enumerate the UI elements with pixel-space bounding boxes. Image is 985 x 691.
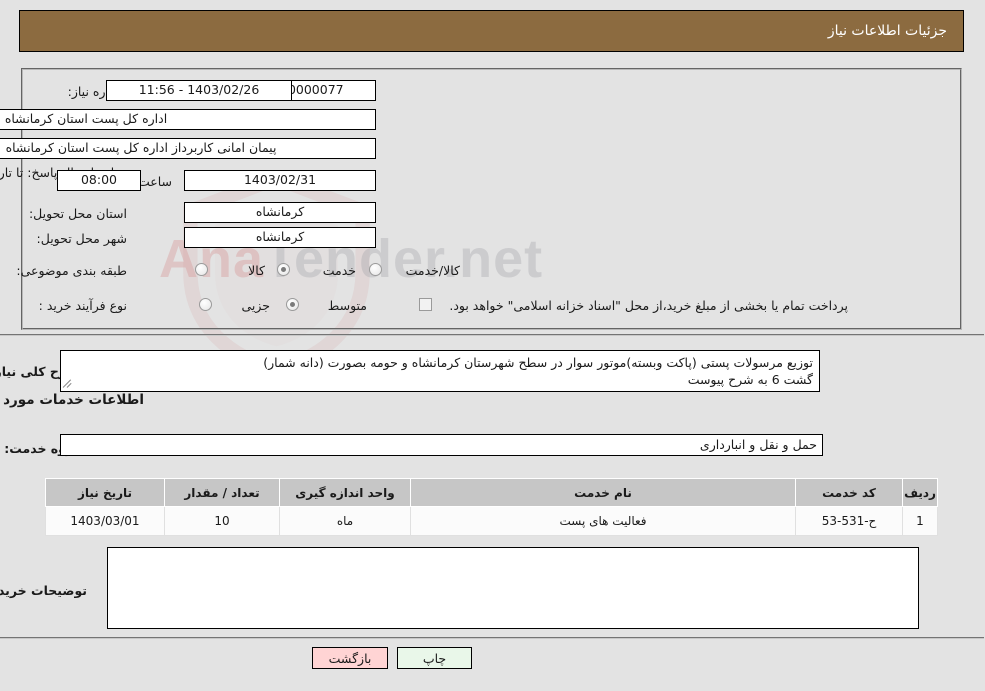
table-header-service-name: نام خدمت bbox=[411, 478, 797, 507]
radio-purchase-motevaset[interactable] bbox=[287, 298, 300, 311]
cell-radif: 1 bbox=[903, 506, 939, 536]
service-group-value: حمل و نقل و انبارداری bbox=[61, 434, 824, 456]
services-section-heading: اطلاعات خدمات مورد نیاز bbox=[0, 392, 145, 408]
deadline-hour-label: ساعت bbox=[138, 174, 173, 189]
radio-category-kala-khedmat[interactable] bbox=[370, 263, 383, 276]
table-header-radif: ردیف bbox=[903, 478, 939, 507]
table-header-service-code: کد خدمت bbox=[796, 478, 904, 507]
radio-label-category-2: کالا/خدمت bbox=[406, 263, 461, 278]
buyer-notes-label: توضیحات خریدار: bbox=[0, 583, 88, 598]
cell-service-code: ح-531-53 bbox=[796, 506, 904, 536]
radio-purchase-jozii[interactable] bbox=[200, 298, 213, 311]
page-title-bar: جزئیات اطلاعات نیاز bbox=[20, 10, 965, 52]
delivery-city-label: شهر محل تحویل: bbox=[37, 231, 128, 246]
buyer-org-value: اداره کل پست استان کرمانشاه bbox=[0, 109, 377, 130]
table-header-row: ردیف کد خدمت نام خدمت واحد اندازه گیری ت… bbox=[46, 478, 939, 507]
services-table: ردیف کد خدمت نام خدمت واحد اندازه گیری ت… bbox=[46, 478, 939, 536]
page-title: جزئیات اطلاعات نیاز bbox=[828, 23, 948, 39]
cell-unit: ماه bbox=[280, 506, 412, 536]
need-description-line-2: گشت 6 به شرح پیوست bbox=[688, 372, 814, 387]
islamic-treasury-label: پرداخت تمام یا بخشی از مبلغ خرید،از محل … bbox=[450, 298, 849, 313]
section-divider-2 bbox=[0, 637, 985, 639]
checkbox-islamic-treasury[interactable] bbox=[420, 298, 433, 311]
request-creator-value: پیمان امانی کاربرداز اداره کل پست استان … bbox=[0, 138, 377, 159]
delivery-province-value: کرمانشاه bbox=[185, 202, 377, 223]
radio-label-category-1: خدمت bbox=[323, 263, 357, 278]
need-info-panel bbox=[22, 68, 963, 330]
need-description-textarea[interactable]: توزیع مرسولات پستی (پاکت وبسته)موتور سوا… bbox=[61, 350, 821, 392]
table-header-quantity: تعداد / مقدار bbox=[165, 478, 281, 507]
cell-service-name: فعالیت های پست bbox=[411, 506, 797, 536]
cell-quantity: 10 bbox=[165, 506, 281, 536]
deadline-date-value: 1403/02/31 bbox=[185, 170, 377, 191]
subject-category-label: طبقه بندی موضوعی: bbox=[17, 263, 128, 278]
radio-label-category-0: کالا bbox=[249, 263, 266, 278]
radio-label-purchase-0: جزیی bbox=[242, 298, 271, 313]
delivery-city-value: کرمانشاه bbox=[185, 227, 377, 248]
section-divider-1 bbox=[0, 334, 985, 336]
announce-datetime-value: 1403/02/26 - 11:56 bbox=[107, 80, 293, 101]
table-header-need-date: تاریخ نیاز bbox=[46, 478, 166, 507]
table-row: 1 ح-531-53 فعالیت های پست ماه 10 1403/03… bbox=[46, 506, 939, 536]
delivery-province-label: استان محل تحویل: bbox=[29, 206, 128, 221]
cell-need-date: 1403/03/01 bbox=[46, 506, 166, 536]
radio-label-purchase-1: متوسط bbox=[328, 298, 368, 313]
deadline-time-value: 08:00 bbox=[58, 170, 142, 191]
buyer-notes-textarea[interactable] bbox=[108, 547, 920, 629]
table-header-unit: واحد اندازه گیری bbox=[280, 478, 412, 507]
back-button[interactable]: بازگشت bbox=[313, 647, 389, 669]
radio-category-khedmat[interactable] bbox=[278, 263, 291, 276]
need-description-line-1: توزیع مرسولات پستی (پاکت وبسته)موتور سوا… bbox=[264, 355, 814, 370]
purchase-process-label: نوع فرآیند خرید : bbox=[39, 298, 128, 313]
print-button[interactable]: چاپ bbox=[398, 647, 473, 669]
radio-category-kala[interactable] bbox=[196, 263, 209, 276]
